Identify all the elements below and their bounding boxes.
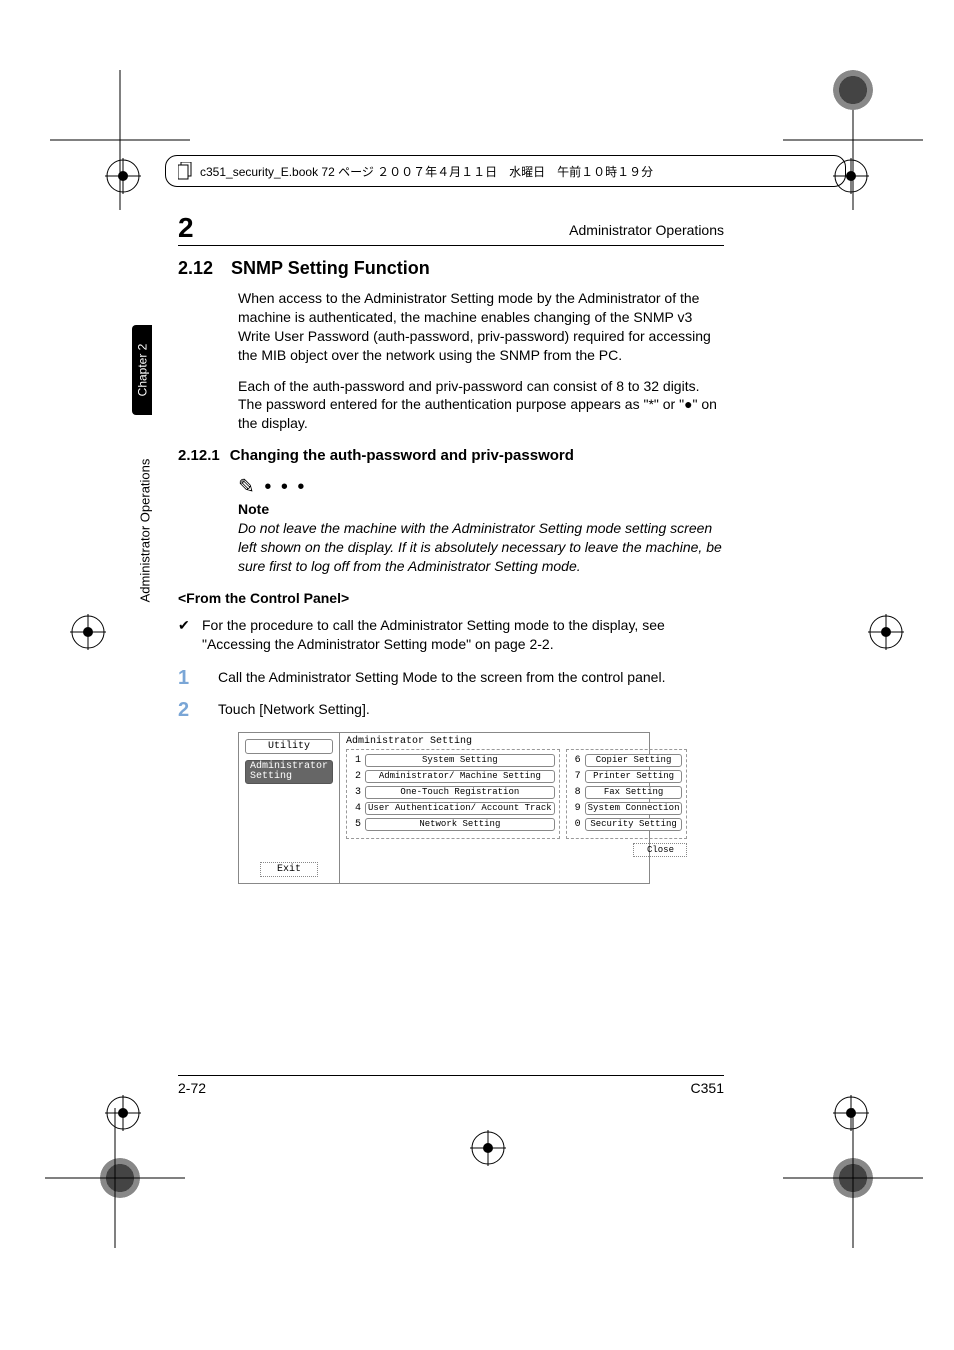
- menu-num: 9: [571, 803, 581, 814]
- step-number: 2: [178, 700, 200, 720]
- paragraph: Each of the auth-password and priv-passw…: [238, 377, 726, 434]
- step: 2 Touch [Network Setting].: [178, 700, 726, 720]
- side-section-label: Administrator Operations: [138, 440, 152, 620]
- menu-num: 6: [571, 755, 581, 766]
- section-heading: 2.12 SNMP Setting Function: [178, 258, 726, 279]
- note-label: Note: [238, 501, 726, 517]
- crosshair-icon: [783, 1108, 923, 1248]
- menu-button: Fax Setting: [585, 786, 683, 799]
- utility-tab: Utility: [245, 739, 333, 754]
- page-number: 2-72: [178, 1080, 206, 1096]
- menu-num: 3: [351, 787, 361, 798]
- chapter-tab-label: Chapter 2: [135, 344, 149, 397]
- menu-num: 0: [571, 819, 581, 830]
- menu-button: Administrator/ Machine Setting: [365, 770, 555, 783]
- menu-button: Security Setting: [585, 818, 683, 831]
- page-footer: 2-72 C351: [178, 1075, 724, 1096]
- print-mark-icon: [70, 614, 106, 650]
- model-number: C351: [691, 1080, 724, 1096]
- paragraph: When access to the Administrator Setting…: [238, 289, 726, 365]
- menu-button: User Authentication/ Account Track: [365, 802, 555, 815]
- menu-button: System Connection: [585, 802, 683, 815]
- checklist-item: ✔ For the procedure to call the Administ…: [178, 616, 726, 654]
- section-number: 2.12: [178, 258, 213, 279]
- header-section-title: Administrator Operations: [569, 222, 724, 238]
- register-dot-icon: [833, 70, 873, 110]
- print-header-text: c351_security_E.book 72 ページ ２００７年４月１１日 水…: [200, 163, 653, 180]
- print-mark-icon: [470, 1130, 506, 1166]
- step: 1 Call the Administrator Setting Mode to…: [178, 668, 726, 688]
- subsection-number: 2.12.1: [178, 447, 220, 464]
- side-section-label-text: Administrator Operations: [138, 458, 153, 602]
- page-content: 2.12 SNMP Setting Function When access t…: [178, 258, 726, 884]
- exit-button: Exit: [260, 862, 318, 877]
- check-icon: ✔: [178, 616, 192, 654]
- close-button: Close: [633, 843, 687, 857]
- menu-num: 5: [351, 819, 361, 830]
- menu-num: 4: [351, 803, 361, 814]
- print-header: c351_security_E.book 72 ページ ２００７年４月１１日 水…: [165, 155, 846, 187]
- panel-title: Administrator Setting: [346, 737, 687, 747]
- step-text: Call the Administrator Setting Mode to t…: [218, 668, 726, 688]
- menu-column-right: 6 Copier Setting 7 Printer Setting 8 Fax Se…: [566, 749, 688, 839]
- note-body: Do not leave the machine with the Admini…: [238, 519, 726, 576]
- menu-button: Printer Setting: [585, 770, 683, 783]
- menu-num: 2: [351, 771, 361, 782]
- subsection-heading: 2.12.1 Changing the auth-password and pr…: [178, 447, 726, 464]
- sub-heading: <From the Control Panel>: [178, 590, 726, 606]
- chapter-tab: Chapter 2: [132, 325, 152, 415]
- step-text: Touch [Network Setting].: [218, 700, 726, 720]
- note-icon: ✎ • • •: [238, 474, 726, 499]
- header-rule: [178, 245, 724, 246]
- menu-num: 7: [571, 771, 581, 782]
- menu-num: 1: [351, 755, 361, 766]
- subsection-title: Changing the auth-password and priv-pass…: [230, 447, 574, 464]
- step-number: 1: [178, 668, 200, 688]
- print-mark-icon: [868, 614, 904, 650]
- chapter-number: 2: [178, 212, 194, 244]
- menu-button: System Setting: [365, 754, 555, 767]
- menu-button: Copier Setting: [585, 754, 683, 767]
- admin-setting-tab: Administrator Setting: [245, 760, 333, 784]
- section-title: SNMP Setting Function: [231, 258, 430, 279]
- menu-column-left: 1 System Setting 2 Administrator/ Machine …: [346, 749, 560, 839]
- menu-button: Network Setting: [365, 818, 555, 831]
- menu-button: One-Touch Registration: [365, 786, 555, 799]
- crosshair-icon: [50, 70, 190, 210]
- panel-screenshot: Utility Administrator Setting Exit Admin…: [238, 732, 650, 884]
- menu-num: 8: [571, 787, 581, 798]
- checklist-text: For the procedure to call the Administra…: [202, 616, 726, 654]
- pages-icon: [178, 162, 192, 180]
- crosshair-icon: [45, 1108, 185, 1248]
